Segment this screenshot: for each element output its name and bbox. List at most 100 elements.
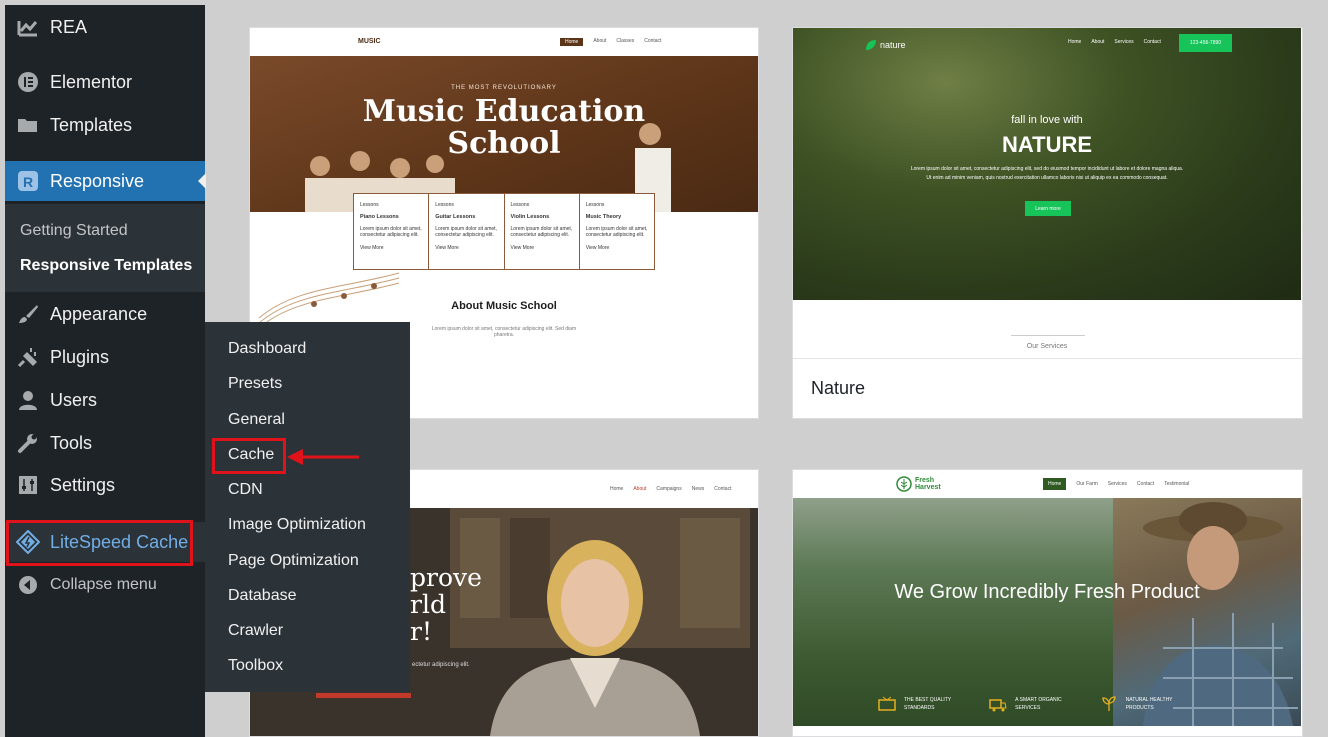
lesson-link: View More [585, 245, 610, 251]
lesson-text: Lorem ipsum dolor sit amet, consectetur … [435, 226, 497, 238]
sidebar-item-appearance[interactable]: Appearance [5, 294, 205, 334]
sidebar-item-label: Settings [50, 474, 116, 495]
sidebar-item-responsive[interactable]: R Responsive [5, 161, 206, 201]
nature-nav: Home About Services Contact [1068, 39, 1161, 45]
sidebar-item-label: Appearance [50, 303, 148, 324]
music-nav-item: Home [560, 38, 584, 46]
lecturer-red-bar [316, 693, 411, 698]
sidebar-item-label: Users [50, 389, 98, 410]
lesson-name: Music Theory [585, 214, 622, 220]
lesson-card: Lessons Music Theory Lorem ipsum dolor sit… [580, 194, 654, 269]
lesson-tag: Lessons [510, 202, 530, 208]
flyout-item-database[interactable]: Database [228, 587, 297, 605]
feature-line: PRODUCTS [1125, 705, 1154, 711]
lesson-text: Lorem ipsum dolor sit amet, consectetur … [510, 226, 573, 238]
wheat-logo-icon [896, 476, 912, 492]
harvest-nav: Home Our Farm Services Contact Testimoni… [1043, 478, 1189, 490]
sidebar-item-elementor[interactable]: Elementor [5, 62, 205, 102]
feature-line: A SMART ORGANIC [1015, 697, 1062, 703]
sidebar-item-users[interactable]: Users [5, 380, 205, 420]
template-card-fresh-harvest[interactable]: Fresh Harvest Home Our Farm Services Con… [792, 469, 1303, 737]
flyout-item-crawler[interactable]: Crawler [228, 622, 283, 640]
harvest-logo-line: Fresh [915, 477, 935, 484]
music-title: Music Education School [250, 96, 758, 160]
music-lessons-box: Lessons Piano Lessons Lorem ipsum dolor si… [353, 193, 655, 270]
lecturer-nav-item: News [691, 486, 705, 492]
music-about-text: Lorem ipsum dolor sit amet, consectetur … [431, 326, 577, 338]
site-home-link[interactable]: REA [5, 7, 205, 47]
harvest-logo-line: Harvest [915, 484, 941, 491]
lecturer-subtitle: ectetur adipiscing elit. [412, 662, 470, 668]
nature-logo-text: nature [880, 40, 906, 50]
nature-nav-item: About [1091, 39, 1105, 45]
sidebar-item-settings[interactable]: Settings [5, 465, 205, 505]
flyout-item-cdn[interactable]: CDN [228, 481, 263, 499]
sidebar-item-tools[interactable]: Tools [5, 423, 205, 463]
nature-learn-more-button: Learn more [1025, 201, 1071, 216]
music-nav-item: About [593, 38, 607, 44]
farmer-image [1113, 498, 1301, 726]
lecturer-nav-item: Home [610, 486, 624, 492]
lecturer-nav: Home About Campaigns News Contact [610, 486, 731, 492]
pointer-arrow-icon [287, 449, 359, 465]
music-about-title: About Music School [451, 300, 557, 312]
lecturer-title-line: rld [410, 590, 446, 619]
sidebar-item-label: Tools [50, 432, 93, 453]
feature-line: NATURAL HEALTHY [1125, 697, 1173, 703]
harvest-nav-item: Services [1107, 481, 1127, 487]
harvest-nav-item: Testimonial [1164, 481, 1190, 487]
elementor-icon [5, 71, 50, 93]
collapse-menu-label: Collapse menu [50, 576, 157, 593]
highlight-box-litespeed [6, 520, 193, 566]
lesson-tag: Lessons [360, 202, 379, 208]
submenu-getting-started[interactable]: Getting Started [20, 222, 128, 240]
nature-nav-item: Contact [1143, 39, 1161, 45]
nature-nav-item: Services [1114, 39, 1134, 45]
lecturer-title: prove rld r! [410, 564, 482, 645]
flyout-item-dashboard[interactable]: Dashboard [228, 340, 306, 358]
lesson-name: Piano Lessons [360, 214, 399, 220]
lesson-link: View More [435, 245, 459, 251]
flyout-item-presets[interactable]: Presets [228, 375, 282, 393]
feature-line: STANDARDS [904, 705, 935, 711]
lecturer-title-line: r! [410, 617, 432, 646]
nature-logo: nature [865, 39, 906, 51]
lesson-card: Lessons Guitar Lessons Lorem ipsum dolor s… [429, 194, 505, 269]
harvest-logo: Fresh Harvest [896, 476, 941, 492]
plug-icon [5, 346, 50, 368]
lecturer-nav-item: About [633, 486, 647, 492]
nature-cta-button: 123-456-7890 [1179, 34, 1232, 52]
quality-badge-icon [878, 696, 896, 711]
music-nav: Home About Classes Contact [560, 38, 661, 46]
admin-sidebar: REA Elementor Templates R Responsive Get… [5, 5, 206, 737]
nature-services-heading: Our Services [1026, 343, 1068, 350]
nature-pretitle: fall in love with [1011, 114, 1083, 126]
sidebar-item-plugins[interactable]: Plugins [5, 337, 205, 377]
flyout-item-general[interactable]: General [228, 411, 285, 429]
sidebar-item-templates[interactable]: Templates [5, 105, 205, 145]
lesson-link: View More [360, 245, 384, 251]
lesson-name: Guitar Lessons [435, 214, 476, 220]
flyout-item-image-optimization[interactable]: Image Optimization [228, 516, 366, 534]
submenu-responsive-templates[interactable]: Responsive Templates [20, 257, 192, 275]
sidebar-item-label: Plugins [50, 346, 110, 367]
responsive-logo-icon: R [5, 170, 50, 192]
truck-icon [989, 699, 1007, 712]
litespeed-cache-flyout-menu: Dashboard Presets General Cache CDN Imag… [205, 322, 410, 692]
flyout-item-toolbox[interactable]: Toolbox [228, 657, 283, 675]
harvest-nav-item: Our Farm [1076, 481, 1098, 487]
template-card-nature[interactable]: nature Home About Services Contact 123-4… [792, 27, 1303, 419]
nature-hero-image [793, 28, 1301, 300]
harvest-nav-item: Home [1043, 478, 1067, 490]
svg-text:R: R [23, 174, 33, 190]
folder-icon [5, 116, 50, 134]
music-staff-decoration [258, 272, 400, 328]
harvest-features: THE BEST QUALITY STANDARDS A SMART ORGANI… [878, 696, 1173, 712]
collapse-menu-button[interactable]: Collapse menu [5, 565, 205, 605]
harvest-feature: NATURAL HEALTHY PRODUCTS [1100, 696, 1173, 712]
music-title-line: Music Education [362, 94, 646, 129]
lesson-card: Lessons Piano Lessons Lorem ipsum dolor si… [354, 194, 430, 269]
highlight-box-cache [212, 438, 286, 474]
flyout-item-page-optimization[interactable]: Page Optimization [228, 552, 359, 570]
nature-body: Lorem ipsum dolor sit amet, consectetur … [910, 166, 1184, 181]
